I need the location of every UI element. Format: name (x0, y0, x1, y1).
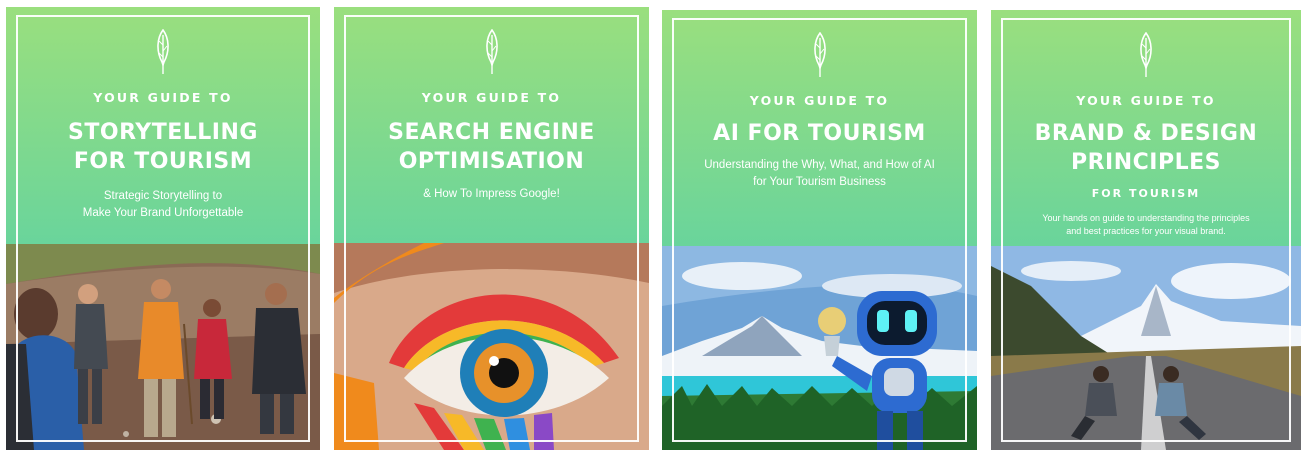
cover-subtitle-line1: Your hands on guide to understanding the… (1042, 213, 1250, 223)
cover-title-line1: STORYTELLING (68, 120, 258, 145)
road-mountain-couple-photo (991, 246, 1301, 450)
cover-title-line2: OPTIMISATION (398, 149, 585, 174)
cover-kicker: YOUR GUIDE TO (421, 90, 562, 105)
guide-cover-brand-design[interactable]: YOUR GUIDE TO BRAND & DESIGN PRINCIPLES … (991, 10, 1301, 450)
cover-subtitle-line1: & How To Impress Google! (423, 188, 560, 200)
cover-kicker: YOUR GUIDE TO (93, 90, 233, 105)
cover-subtitle-line2: for Your Tourism Business (753, 176, 886, 188)
feather-icon (157, 29, 169, 74)
cover-kicker: YOUR GUIDE TO (749, 93, 890, 108)
cover-subtitle-line2: and best practices for your visual brand… (1066, 226, 1226, 236)
cover-kicker: YOUR GUIDE TO (1076, 93, 1216, 108)
cover-header: YOUR GUIDE TO BRAND & DESIGN PRINCIPLES … (991, 10, 1301, 238)
cover-title-line2: PRINCIPLES (1070, 150, 1221, 175)
cover-header: YOUR GUIDE TO STORYTELLING FOR TOURISM S… (6, 7, 320, 222)
cover-subkicker: FOR TOURISM (1091, 187, 1201, 200)
feather-icon (1140, 32, 1152, 77)
robot-mountain-lake-photo (662, 246, 977, 450)
feather-icon (813, 32, 826, 77)
cover-header: YOUR GUIDE TO AI FOR TOURISM Understandi… (662, 10, 977, 191)
cover-subtitle-line2: Make Your Brand Unforgettable (82, 207, 244, 219)
cover-subtitle-line1: Strategic Storytelling to (103, 190, 223, 202)
rainbow-eye-photo (334, 243, 649, 450)
guide-cover-ai-tourism[interactable]: YOUR GUIDE TO AI FOR TOURISM Understandi… (662, 10, 977, 450)
cover-subtitle-line1: Understanding the Why, What, and How of … (704, 159, 935, 171)
guide-cover-seo[interactable]: YOUR GUIDE TO SEARCH ENGINE OPTIMISATION… (334, 7, 649, 450)
hikers-group-photo (6, 244, 320, 450)
cover-title-line2: FOR TOURISM (73, 149, 253, 174)
cover-title-line1: AI FOR TOURISM (713, 121, 926, 146)
cover-header: YOUR GUIDE TO SEARCH ENGINE OPTIMISATION… (334, 7, 649, 203)
cover-title-line1: SEARCH ENGINE (388, 120, 595, 145)
feather-icon (485, 29, 498, 74)
guide-cover-storytelling[interactable]: YOUR GUIDE TO STORYTELLING FOR TOURISM S… (6, 7, 320, 450)
cover-title-line1: BRAND & DESIGN (1034, 121, 1258, 146)
